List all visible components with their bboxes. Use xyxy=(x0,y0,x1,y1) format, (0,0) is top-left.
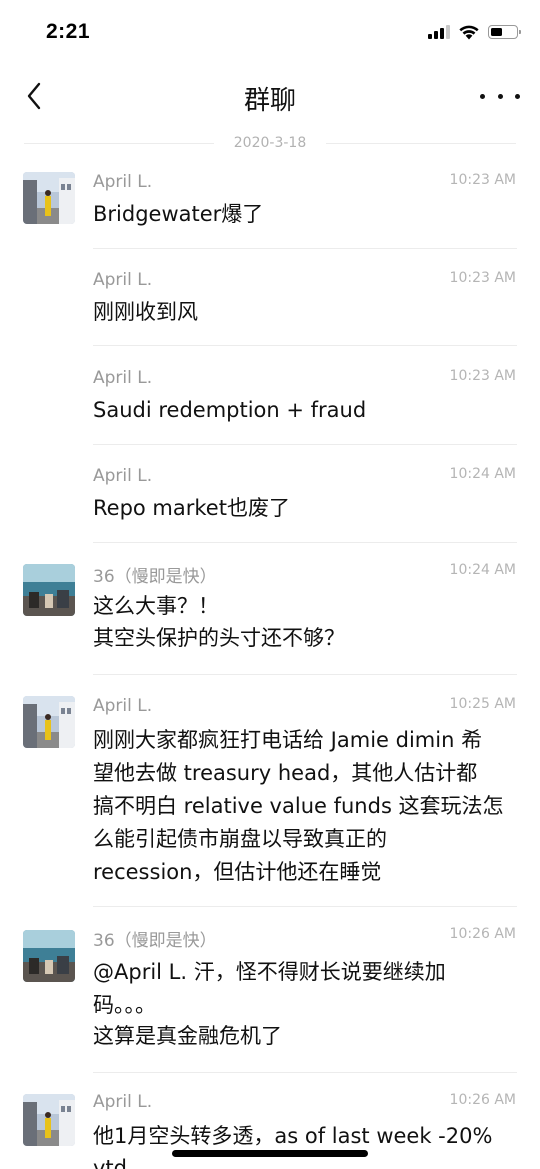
battery-icon xyxy=(488,25,521,39)
signal-icon xyxy=(428,25,450,39)
message-time: 10:23 AM xyxy=(449,270,516,286)
divider xyxy=(93,906,517,907)
message-text-line: 这么大事？！ xyxy=(93,594,219,618)
date-label: 2020-3-18 xyxy=(213,135,327,151)
divider xyxy=(93,674,517,675)
sender-name: April L. xyxy=(93,270,153,290)
sender-name: 36（慢即是快） xyxy=(93,931,217,951)
sender-name: April L. xyxy=(93,466,153,486)
divider xyxy=(93,542,517,543)
divider xyxy=(93,1072,517,1073)
message-time: 10:23 AM xyxy=(449,172,516,188)
divider xyxy=(93,248,517,249)
message-text-line: 刚刚大家都疯狂打电话给 Jamie dimin 希 xyxy=(93,728,483,752)
message-text-line: 望他去做 treasury head，其他人估计都 xyxy=(93,761,478,785)
home-indicator[interactable] xyxy=(172,1150,368,1157)
message-text: Bridgewater爆了 xyxy=(93,202,264,226)
message-time: 10:25 AM xyxy=(449,696,516,712)
message-text-line: 搞不明白 relative value funds 这套玩法怎 xyxy=(93,794,504,818)
wifi-icon xyxy=(459,25,479,40)
sender-name: 36（慢即是快） xyxy=(93,567,217,587)
message-text: Repo market也废了 xyxy=(93,496,290,520)
message-text-line: 这算是真金融危机了 xyxy=(93,1024,282,1048)
sender-name: April L. xyxy=(93,1092,153,1112)
divider xyxy=(93,444,517,445)
message-text-line: 其空头保护的头寸还不够？ xyxy=(93,626,345,650)
more-dots-icon xyxy=(480,93,485,99)
status-icons xyxy=(428,24,521,40)
sender-name: April L. xyxy=(93,172,153,192)
avatar[interactable] xyxy=(23,564,75,616)
message-text-line: 他1月空头转多透，as of last week -20% xyxy=(93,1124,493,1148)
message-time: 10:23 AM xyxy=(449,368,516,384)
message-time: 10:26 AM xyxy=(449,926,516,942)
page-title: 群聊 xyxy=(243,86,296,116)
avatar[interactable] xyxy=(23,1094,75,1146)
message-text-line: @April L. 汗，怪不得财长说要继续加 xyxy=(93,960,446,984)
avatar[interactable] xyxy=(23,930,75,982)
sender-name: April L. xyxy=(93,696,153,716)
status-time: 2:21 xyxy=(46,20,91,43)
divider xyxy=(93,345,517,346)
more-button[interactable] xyxy=(480,82,520,110)
message-text-line: recession，但估计他还在睡觉 xyxy=(93,860,382,884)
message-text-line: 码。。。 xyxy=(93,993,156,1017)
message-time: 10:24 AM xyxy=(449,562,516,578)
avatar[interactable] xyxy=(23,172,75,224)
message-text: 刚刚收到风 xyxy=(93,300,198,324)
message-text-line: 么能引起债市崩盘以导致真正的 xyxy=(93,827,387,851)
nav-bar: 群聊 xyxy=(0,60,540,132)
avatar[interactable] xyxy=(23,696,75,748)
date-separator: 2020-3-18 xyxy=(24,132,516,154)
message-time: 10:26 AM xyxy=(449,1092,516,1108)
message-time: 10:24 AM xyxy=(449,466,516,482)
status-bar: 2:21 xyxy=(0,0,540,60)
message-text: Saudi redemption + fraud xyxy=(93,398,367,422)
sender-name: April L. xyxy=(93,368,153,388)
